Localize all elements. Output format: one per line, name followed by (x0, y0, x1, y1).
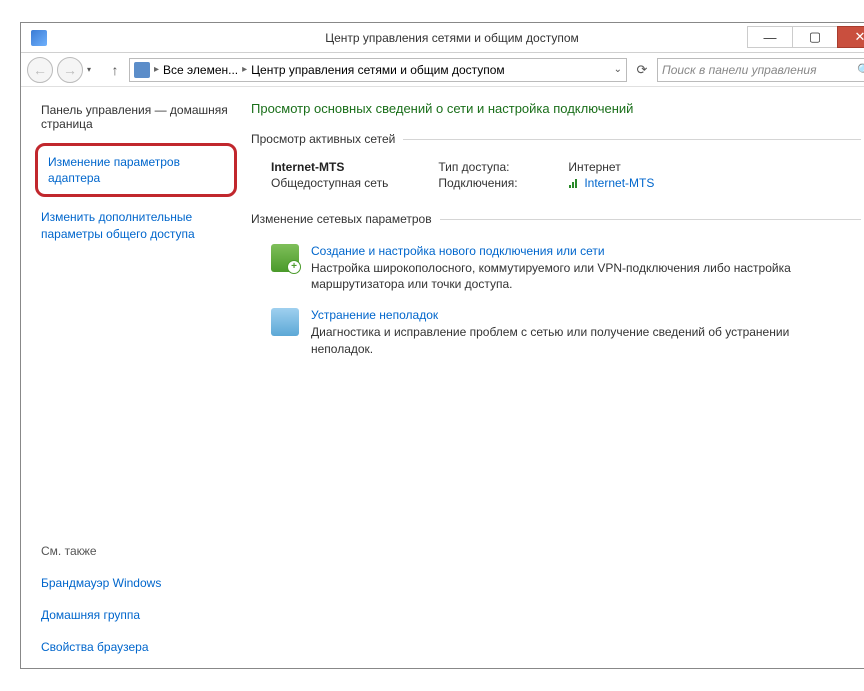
connections-label: Подключения: (438, 176, 538, 190)
maximize-button[interactable]: ▢ (792, 26, 838, 48)
back-button[interactable]: ← (27, 57, 53, 83)
homegroup-link[interactable]: Домашняя группа (41, 608, 231, 622)
main-content: Просмотр основных сведений о сети и наст… (241, 87, 864, 668)
network-center-window: Центр управления сетями и общим доступом… (20, 22, 864, 669)
breadcrumb-item[interactable]: Все элемен... (163, 63, 238, 77)
highlighted-link-frame: Изменение параметров адаптера (35, 143, 237, 197)
browser-properties-link[interactable]: Свойства браузера (41, 640, 231, 654)
advanced-sharing-link[interactable]: Изменить дополнительные параметры общего… (41, 209, 231, 241)
active-network: Internet-MTS Общедоступная сеть Тип дост… (251, 156, 861, 206)
access-type-value: Интернет (568, 160, 620, 174)
minimize-button[interactable]: — (747, 26, 793, 48)
firewall-link[interactable]: Брандмауэр Windows (41, 576, 231, 590)
search-icon: 🔍 (857, 63, 864, 77)
search-placeholder: Поиск в панели управления (662, 63, 817, 77)
body: Панель управления — домашняя страница Из… (21, 87, 864, 668)
breadcrumb-dropdown[interactable]: ⌄ (614, 64, 622, 75)
control-panel-home-link[interactable]: Панель управления — домашняя страница (41, 103, 231, 131)
refresh-button[interactable]: ⟳ (631, 62, 653, 78)
network-summary: Internet-MTS Общедоступная сеть (271, 160, 388, 192)
chevron-right-icon: ▸ (242, 64, 247, 75)
network-type: Общедоступная сеть (271, 176, 388, 190)
troubleshoot-link[interactable]: Устранение неполадок (311, 308, 791, 322)
access-type-label: Тип доступа: (438, 160, 538, 174)
divider (403, 139, 861, 140)
up-button[interactable]: ↑ (105, 62, 125, 78)
task-new-connection: Создание и настройка нового подключения … (251, 236, 861, 300)
network-name: Internet-MTS (271, 160, 388, 174)
app-icon (31, 30, 47, 46)
page-heading: Просмотр основных сведений о сети и наст… (251, 101, 861, 116)
breadcrumb-icon (134, 62, 150, 78)
search-input[interactable]: Поиск в панели управления 🔍 (657, 58, 864, 82)
divider (440, 219, 861, 220)
titlebar: Центр управления сетями и общим доступом… (21, 23, 864, 53)
see-also-label: См. также (41, 544, 231, 558)
task-troubleshoot: Устранение неполадок Диагностика и испра… (251, 300, 861, 364)
new-connection-icon (271, 244, 299, 272)
troubleshoot-desc: Диагностика и исправление проблем с сеть… (311, 324, 791, 356)
forward-button[interactable]: → (57, 57, 83, 83)
connection-name: Internet-MTS (584, 176, 654, 190)
close-button[interactable]: ✕ (837, 26, 864, 48)
active-networks-label: Просмотр активных сетей (251, 132, 395, 146)
change-settings-label: Изменение сетевых параметров (251, 212, 432, 226)
new-connection-link[interactable]: Создание и настройка нового подключения … (311, 244, 791, 258)
breadcrumb-item[interactable]: Центр управления сетями и общим доступом (251, 63, 505, 77)
new-connection-desc: Настройка широкополосного, коммутируемог… (311, 260, 791, 292)
connection-link[interactable]: Internet-MTS (568, 176, 654, 190)
network-details: Тип доступа: Интернет Подключения: Inter… (438, 160, 654, 192)
troubleshoot-icon (271, 308, 299, 336)
breadcrumb[interactable]: ▸ Все элемен... ▸ Центр управления сетям… (129, 58, 627, 82)
adapter-settings-link[interactable]: Изменение параметров адаптера (48, 154, 224, 186)
wifi-signal-icon (568, 177, 580, 189)
chevron-right-icon: ▸ (154, 64, 159, 75)
nav-history-dropdown[interactable]: ▾ (87, 65, 101, 74)
window-title: Центр управления сетями и общим доступом (21, 31, 864, 45)
navbar: ← → ▾ ↑ ▸ Все элемен... ▸ Центр управлен… (21, 53, 864, 87)
sidebar: Панель управления — домашняя страница Из… (21, 87, 241, 668)
